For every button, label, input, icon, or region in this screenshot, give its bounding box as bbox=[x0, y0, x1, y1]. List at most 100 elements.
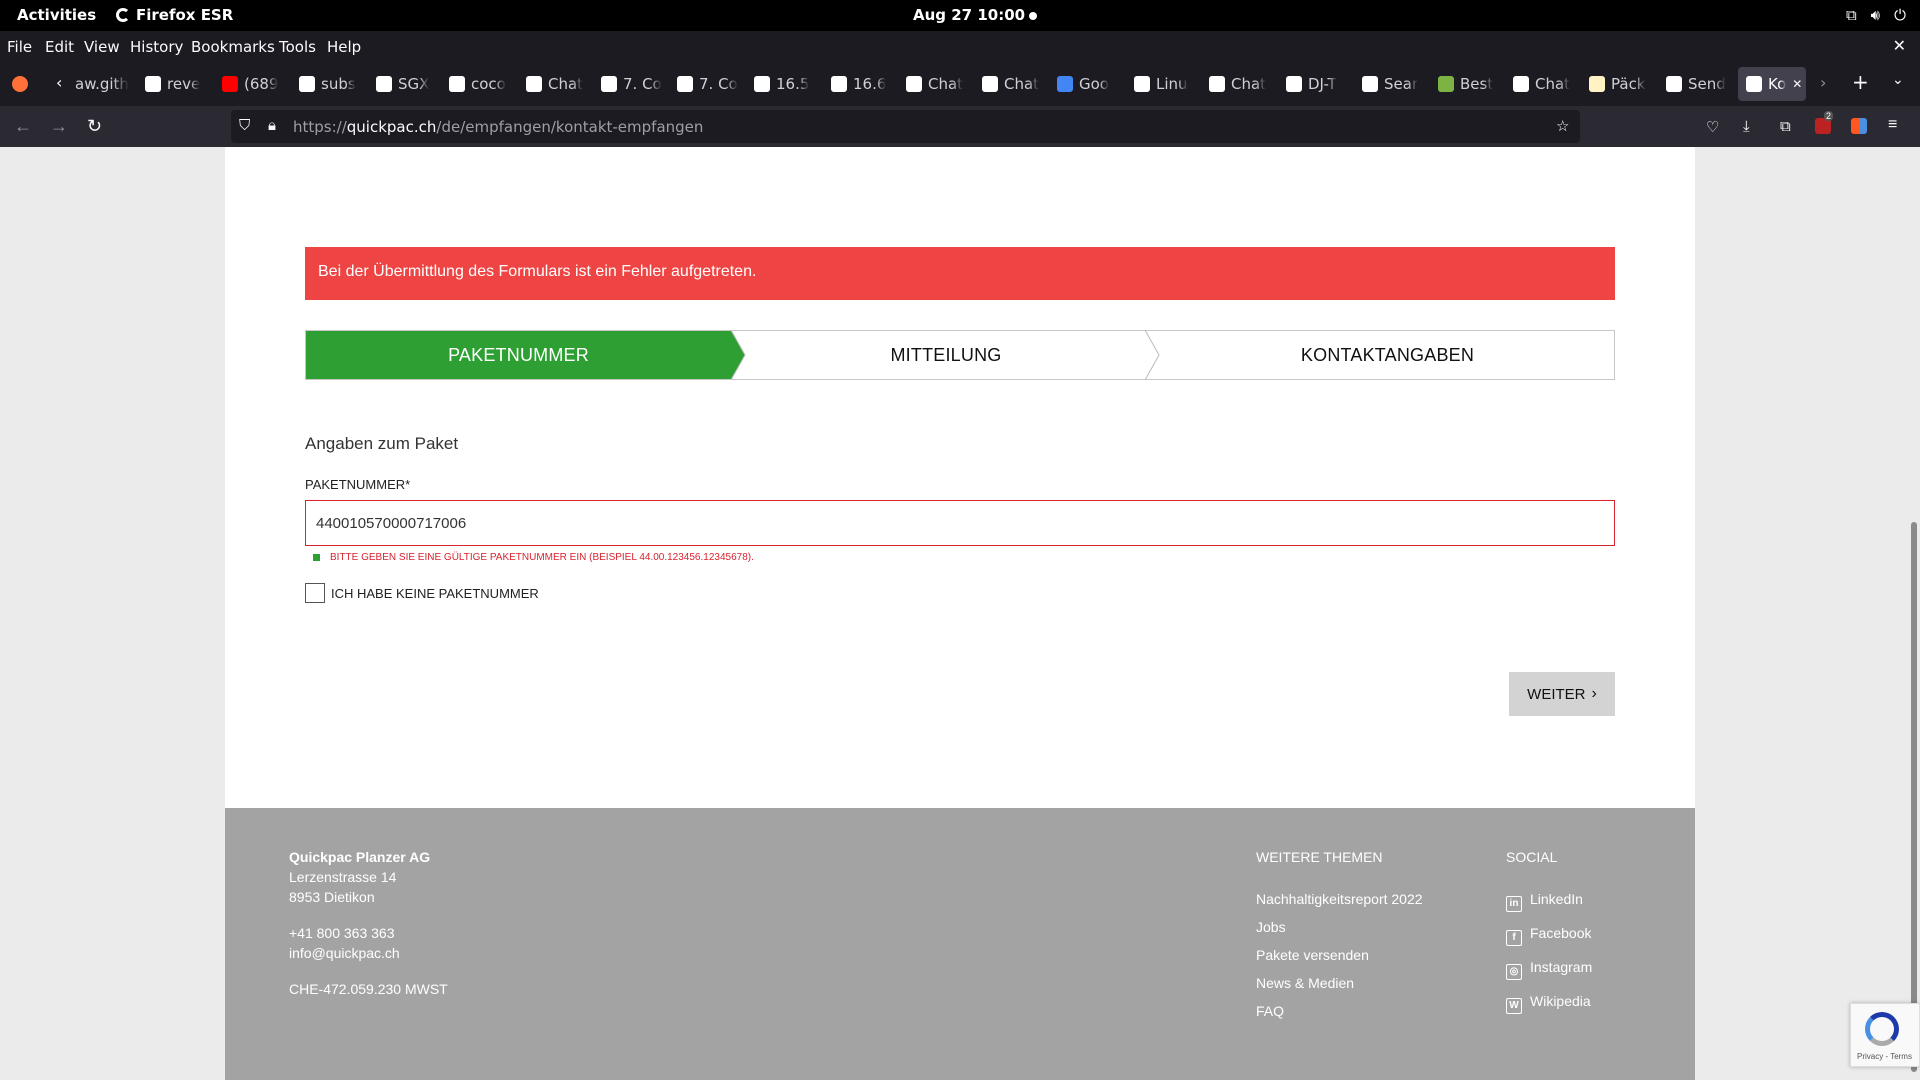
window-close-icon[interactable]: ✕ bbox=[1893, 36, 1906, 55]
system-tray[interactable]: ⧉ 🔊︎ ⏻ bbox=[1846, 6, 1906, 24]
clock[interactable]: Aug 27 10:00 bbox=[913, 6, 1025, 24]
step-separator bbox=[1144, 330, 1160, 380]
lock-icon[interactable]: 🔒︎ bbox=[268, 117, 276, 134]
section-title: Angaben zum Paket bbox=[305, 434, 459, 453]
tab-strip: ‹ aw.gith reve (689 subs SGX coco Chat 7. Co 7. … bbox=[0, 62, 1920, 106]
forward-icon[interactable]: → bbox=[50, 116, 68, 137]
tab-label: Chat bbox=[1004, 75, 1040, 93]
browser-tab[interactable]: 7. Co bbox=[677, 67, 739, 101]
footer-vat: CHE-472.059.230 MWST bbox=[289, 981, 448, 997]
browser-tab[interactable]: DJ-T bbox=[1286, 67, 1348, 101]
footer-social-linkedin[interactable]: in LinkedIn bbox=[1506, 891, 1583, 912]
browser-tab[interactable]: aw.gith bbox=[75, 67, 137, 101]
browser-tab[interactable]: Goo bbox=[1057, 67, 1119, 101]
scrollbar-thumb[interactable] bbox=[1911, 522, 1917, 1072]
tab-label: Päck bbox=[1611, 75, 1646, 93]
footer-social-instagram[interactable]: ◎ Instagram bbox=[1506, 959, 1592, 980]
browser-tab[interactable]: Chat bbox=[526, 67, 588, 101]
translate-icon bbox=[1057, 76, 1073, 92]
browser-tab[interactable]: Chat bbox=[906, 67, 968, 101]
browser-tab[interactable]: subs bbox=[299, 67, 361, 101]
tab-label: Goo bbox=[1079, 75, 1109, 93]
browser-tab[interactable]: Best bbox=[1438, 67, 1500, 101]
paketnummer-input[interactable] bbox=[305, 500, 1615, 546]
list-all-tabs-icon[interactable]: ⌄ bbox=[1892, 72, 1904, 88]
new-tab-icon[interactable]: + bbox=[1852, 70, 1869, 94]
close-tab-icon[interactable]: ✕ bbox=[1792, 77, 1802, 91]
browser-tab[interactable]: Send bbox=[1666, 67, 1728, 101]
paketnummer-error-text: BITTE GEBEN SIE EINE GÜLTIGE PAKETNUMMER… bbox=[330, 552, 754, 563]
link-icon bbox=[1438, 76, 1454, 92]
tab-label: 7. Co bbox=[699, 75, 738, 93]
footer-social-wikipedia[interactable]: W Wikipedia bbox=[1506, 993, 1591, 1014]
tab-label: coco bbox=[471, 75, 506, 93]
bookmark-star-icon[interactable]: ☆ bbox=[1556, 117, 1569, 135]
system-top-bar: Activities Firefox ESR Aug 27 10:00 ⧉ 🔊︎… bbox=[0, 0, 1920, 31]
browser-tab[interactable]: Päck bbox=[1589, 67, 1651, 101]
reload-icon[interactable]: ↻ bbox=[87, 116, 102, 137]
step-paketnummer[interactable]: PAKETNUMMER bbox=[306, 331, 731, 379]
chevron-right-icon: › bbox=[1591, 685, 1597, 702]
page-scrollbar[interactable] bbox=[1906, 147, 1920, 1080]
tab-label: SGX bbox=[398, 75, 430, 93]
no-paketnummer-label[interactable]: ICH HABE KEINE PAKETNUMMER bbox=[331, 586, 539, 601]
error-marker-icon bbox=[313, 554, 320, 561]
url-bar[interactable]: ⛉ 🔒︎ https://quickpac.ch/de/empfangen/ko… bbox=[231, 110, 1580, 143]
chatgpt-icon bbox=[1513, 76, 1529, 92]
facebook-icon: f bbox=[1506, 930, 1522, 946]
browser-tab[interactable]: Sear bbox=[1362, 67, 1424, 101]
step-mitteilung[interactable]: MITTEILUNG bbox=[746, 331, 1146, 379]
browser-tab[interactable]: Chat bbox=[1209, 67, 1271, 101]
browser-tab[interactable]: 7. Co bbox=[601, 67, 663, 101]
activities-button[interactable]: Activities bbox=[17, 6, 96, 24]
scroll-tabs-left-icon[interactable]: ‹ bbox=[56, 73, 62, 92]
footer-topic-link[interactable]: Jobs bbox=[1256, 919, 1286, 935]
step-kontaktangaben[interactable]: KONTAKTANGABEN bbox=[1161, 331, 1614, 379]
app-menu[interactable]: Firefox ESR bbox=[116, 6, 233, 24]
browser-tab[interactable]: SGX bbox=[376, 67, 438, 101]
browser-tab[interactable]: 16.5 bbox=[754, 67, 816, 101]
browser-tab[interactable]: (689 bbox=[222, 67, 284, 101]
menu-view[interactable]: View bbox=[84, 38, 120, 56]
browser-tab[interactable]: 16.6 bbox=[831, 67, 893, 101]
firefox-view-icon[interactable] bbox=[12, 76, 28, 92]
browser-tab[interactable]: reve bbox=[145, 67, 207, 101]
downloads-icon[interactable]: ⤓ bbox=[1743, 118, 1750, 135]
footer-phone[interactable]: +41 800 363 363 bbox=[289, 925, 395, 941]
browser-tab[interactable]: Chat bbox=[1513, 67, 1575, 101]
footer-social-facebook[interactable]: f Facebook bbox=[1506, 925, 1591, 946]
footer-email[interactable]: info@quickpac.ch bbox=[289, 945, 400, 961]
menu-history[interactable]: History bbox=[130, 38, 183, 56]
footer-topics-heading: WEITERE THEMEN bbox=[1256, 849, 1383, 865]
scroll-tabs-right-icon[interactable]: › bbox=[1820, 73, 1826, 92]
pocket-icon[interactable]: ♡ bbox=[1706, 118, 1719, 136]
browser-tab[interactable]: Linu bbox=[1134, 67, 1196, 101]
browser-tab[interactable]: Ko ✕ bbox=[1738, 67, 1806, 101]
footer-topic-link[interactable]: Pakete versenden bbox=[1256, 947, 1369, 963]
menu-help[interactable]: Help bbox=[327, 38, 361, 56]
footer-topic-link[interactable]: Nachhaltigkeitsreport 2022 bbox=[1256, 891, 1423, 907]
recaptcha-badge[interactable]: Privacy - Terms bbox=[1850, 1003, 1920, 1067]
tab-label: aw.gith bbox=[75, 75, 129, 93]
weiter-button[interactable]: WEITER › bbox=[1509, 672, 1615, 716]
ublock-icon[interactable]: 2 bbox=[1815, 111, 1834, 134]
browser-tab[interactable]: coco bbox=[449, 67, 511, 101]
linux-icon bbox=[1134, 76, 1150, 92]
menu-edit[interactable]: Edit bbox=[45, 38, 74, 56]
footer: Quickpac Planzer AG Lerzenstrasse 14 895… bbox=[225, 808, 1695, 1080]
footer-topic-link[interactable]: FAQ bbox=[1256, 1003, 1284, 1019]
menu-bookmarks[interactable]: Bookmarks bbox=[191, 38, 275, 56]
footer-topic-link[interactable]: News & Medien bbox=[1256, 975, 1354, 991]
url-text[interactable]: https://quickpac.ch/de/empfangen/kontakt… bbox=[293, 118, 703, 136]
extensions-icon[interactable]: ⧉ bbox=[1780, 118, 1791, 135]
no-paketnummer-checkbox[interactable] bbox=[305, 583, 325, 603]
doc-icon bbox=[1589, 76, 1605, 92]
tracking-shield-icon[interactable]: ⛉ bbox=[239, 117, 250, 134]
hamburger-menu-icon[interactable]: ≡ bbox=[1888, 116, 1897, 134]
back-icon[interactable]: ← bbox=[14, 116, 32, 137]
menu-tools[interactable]: Tools bbox=[279, 38, 316, 56]
extension-icon[interactable] bbox=[1851, 118, 1867, 134]
browser-tab[interactable]: Chat bbox=[982, 67, 1044, 101]
menu-file[interactable]: File bbox=[7, 38, 32, 56]
recaptcha-text[interactable]: Privacy - Terms bbox=[1857, 1052, 1912, 1061]
